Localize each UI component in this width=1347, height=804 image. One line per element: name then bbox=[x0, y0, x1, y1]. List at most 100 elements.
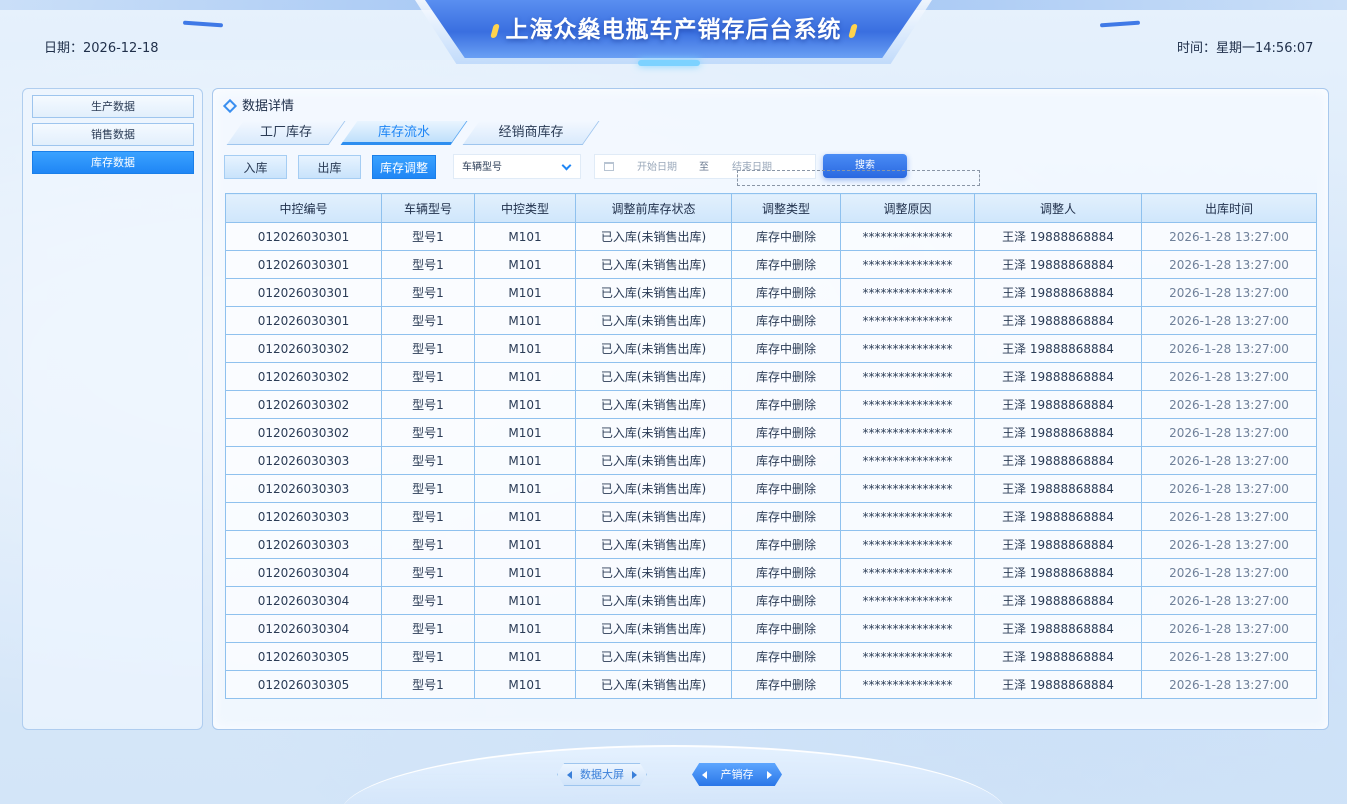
table-row[interactable]: 012026030301 型号1 M101 已入库(未销售出库) 库存中删除 ******… bbox=[225, 306, 1317, 335]
table-cell: 2026-1-28 13:27:00 bbox=[1141, 642, 1317, 671]
table-row[interactable]: 012026030304 型号1 M101 已入库(未销售出库) 库存中删除 ******… bbox=[225, 614, 1317, 643]
table-cell: 库存中删除 bbox=[731, 586, 841, 615]
table-cell: 2026-1-28 13:27:00 bbox=[1141, 362, 1317, 391]
table-cell: 王泽 19888868884 bbox=[974, 614, 1142, 643]
sidebar: 生产数据 销售数据 库存数据 bbox=[22, 88, 203, 730]
column-header: 中控类型 bbox=[474, 193, 576, 223]
table-cell: 库存中删除 bbox=[731, 558, 841, 587]
tab-inventory-flow[interactable]: 库存流水 bbox=[340, 121, 468, 145]
table-cell: *************** bbox=[840, 362, 975, 391]
table-cell: M101 bbox=[474, 362, 576, 391]
table-cell: 库存中删除 bbox=[731, 502, 841, 531]
table-row[interactable]: 012026030301 型号1 M101 已入库(未销售出库) 库存中删除 ******… bbox=[225, 222, 1317, 251]
selection-outline bbox=[737, 170, 980, 186]
sidebar-item-inventory[interactable]: 库存数据 bbox=[32, 151, 194, 174]
table-cell: 2026-1-28 13:27:00 bbox=[1141, 390, 1317, 419]
table-cell: 库存中删除 bbox=[731, 474, 841, 503]
dash-right-icon bbox=[1099, 20, 1141, 28]
table-cell: 王泽 19888868884 bbox=[974, 586, 1142, 615]
arrow-left-icon bbox=[567, 771, 572, 779]
table-cell: 已入库(未销售出库) bbox=[575, 642, 732, 671]
table-cell: 012026030304 bbox=[225, 586, 382, 615]
table-row[interactable]: 012026030305 型号1 M101 已入库(未销售出库) 库存中删除 ******… bbox=[225, 642, 1317, 671]
table-cell: 2026-1-28 13:27:00 bbox=[1141, 474, 1317, 503]
table-cell: 王泽 19888868884 bbox=[974, 530, 1142, 559]
table-cell: 2026-1-28 13:27:00 bbox=[1141, 614, 1317, 643]
table-row[interactable]: 012026030302 型号1 M101 已入库(未销售出库) 库存中删除 ******… bbox=[225, 362, 1317, 391]
stock-out-button[interactable]: 出库 bbox=[298, 155, 361, 179]
table-row[interactable]: 012026030301 型号1 M101 已入库(未销售出库) 库存中删除 ******… bbox=[225, 278, 1317, 307]
table-row[interactable]: 012026030304 型号1 M101 已入库(未销售出库) 库存中删除 ******… bbox=[225, 558, 1317, 587]
table-cell: 型号1 bbox=[381, 250, 475, 279]
date-label: 日期：2026-12-18 bbox=[44, 41, 159, 56]
sidebar-item-production[interactable]: 生产数据 bbox=[32, 95, 194, 118]
table-cell: 2026-1-28 13:27:00 bbox=[1141, 446, 1317, 475]
footer-button-label: 产销存 bbox=[720, 768, 754, 781]
table-cell: 已入库(未销售出库) bbox=[575, 446, 732, 475]
table-cell: 2026-1-28 13:27:00 bbox=[1141, 334, 1317, 363]
table-row[interactable]: 012026030303 型号1 M101 已入库(未销售出库) 库存中删除 ******… bbox=[225, 530, 1317, 559]
column-header: 调整人 bbox=[974, 193, 1142, 223]
table-cell: 王泽 19888868884 bbox=[974, 362, 1142, 391]
table-cell: 型号1 bbox=[381, 586, 475, 615]
table-cell: 012026030301 bbox=[225, 306, 382, 335]
tab-dealer-inventory[interactable]: 经销商库存 bbox=[462, 121, 600, 145]
table-cell: 已入库(未销售出库) bbox=[575, 502, 732, 531]
table-cell: 012026030303 bbox=[225, 502, 382, 531]
table-cell: 王泽 19888868884 bbox=[974, 642, 1142, 671]
table-cell: 王泽 19888868884 bbox=[974, 418, 1142, 447]
column-header: 中控编号 bbox=[225, 193, 382, 223]
table-cell: 王泽 19888868884 bbox=[974, 334, 1142, 363]
table-cell: *************** bbox=[840, 642, 975, 671]
table-cell: 库存中删除 bbox=[731, 670, 841, 699]
table-row[interactable]: 012026030303 型号1 M101 已入库(未销售出库) 库存中删除 ******… bbox=[225, 474, 1317, 503]
production-sales-button[interactable]: 产销存 bbox=[692, 763, 782, 786]
arrow-left-icon bbox=[702, 771, 707, 779]
table-row[interactable]: 012026030302 型号1 M101 已入库(未销售出库) 库存中删除 ******… bbox=[225, 390, 1317, 419]
table-cell: 已入库(未销售出库) bbox=[575, 474, 732, 503]
table-cell: 型号1 bbox=[381, 474, 475, 503]
table-row[interactable]: 012026030303 型号1 M101 已入库(未销售出库) 库存中删除 ******… bbox=[225, 446, 1317, 475]
table-cell: M101 bbox=[474, 502, 576, 531]
table-cell: 王泽 19888868884 bbox=[974, 390, 1142, 419]
table-row[interactable]: 012026030302 型号1 M101 已入库(未销售出库) 库存中删除 ******… bbox=[225, 334, 1317, 363]
table-row[interactable]: 012026030302 型号1 M101 已入库(未销售出库) 库存中删除 ******… bbox=[225, 418, 1317, 447]
table-cell: 型号1 bbox=[381, 614, 475, 643]
table-cell: 库存中删除 bbox=[731, 334, 841, 363]
table-cell: 已入库(未销售出库) bbox=[575, 278, 732, 307]
table-cell: 012026030303 bbox=[225, 474, 382, 503]
table-cell: 库存中删除 bbox=[731, 530, 841, 559]
tab-factory-inventory[interactable]: 工厂库存 bbox=[226, 121, 346, 145]
range-separator: 至 bbox=[699, 162, 709, 173]
table-cell: 王泽 19888868884 bbox=[974, 474, 1142, 503]
table-cell: M101 bbox=[474, 250, 576, 279]
table-cell: 2026-1-28 13:27:00 bbox=[1141, 278, 1317, 307]
sidebar-item-sales[interactable]: 销售数据 bbox=[32, 123, 194, 146]
tab-label: 经销商库存 bbox=[498, 125, 564, 140]
table-row[interactable]: 012026030303 型号1 M101 已入库(未销售出库) 库存中删除 ******… bbox=[225, 502, 1317, 531]
start-date-input[interactable]: 开始日期 bbox=[637, 155, 677, 180]
stock-adjust-button[interactable]: 库存调整 bbox=[372, 155, 436, 179]
column-header: 出库时间 bbox=[1141, 193, 1317, 223]
model-select[interactable]: 车辆型号 bbox=[453, 154, 581, 179]
data-big-screen-button[interactable]: 数据大屏 bbox=[557, 763, 647, 786]
table-cell: *************** bbox=[840, 670, 975, 699]
table-cell: 012026030305 bbox=[225, 642, 382, 671]
table-row[interactable]: 012026030301 型号1 M101 已入库(未销售出库) 库存中删除 ******… bbox=[225, 250, 1317, 279]
stock-in-button[interactable]: 入库 bbox=[224, 155, 287, 179]
column-header: 调整类型 bbox=[731, 193, 841, 223]
table-row[interactable]: 012026030304 型号1 M101 已入库(未销售出库) 库存中删除 ******… bbox=[225, 586, 1317, 615]
table-cell: *************** bbox=[840, 614, 975, 643]
table-cell: 已入库(未销售出库) bbox=[575, 390, 732, 419]
table-cell: 型号1 bbox=[381, 278, 475, 307]
table-cell: M101 bbox=[474, 334, 576, 363]
table-cell: 库存中删除 bbox=[731, 362, 841, 391]
table-cell: 已入库(未销售出库) bbox=[575, 222, 732, 251]
title-deco-right-icon bbox=[847, 23, 858, 38]
table-cell: *************** bbox=[840, 334, 975, 363]
calendar-icon bbox=[604, 162, 614, 171]
table-row[interactable]: 012026030305 型号1 M101 已入库(未销售出库) 库存中删除 ******… bbox=[225, 670, 1317, 699]
table-cell: 型号1 bbox=[381, 334, 475, 363]
time-label: 时间：星期一14:56:07 bbox=[1177, 41, 1314, 56]
table-cell: 012026030304 bbox=[225, 558, 382, 587]
